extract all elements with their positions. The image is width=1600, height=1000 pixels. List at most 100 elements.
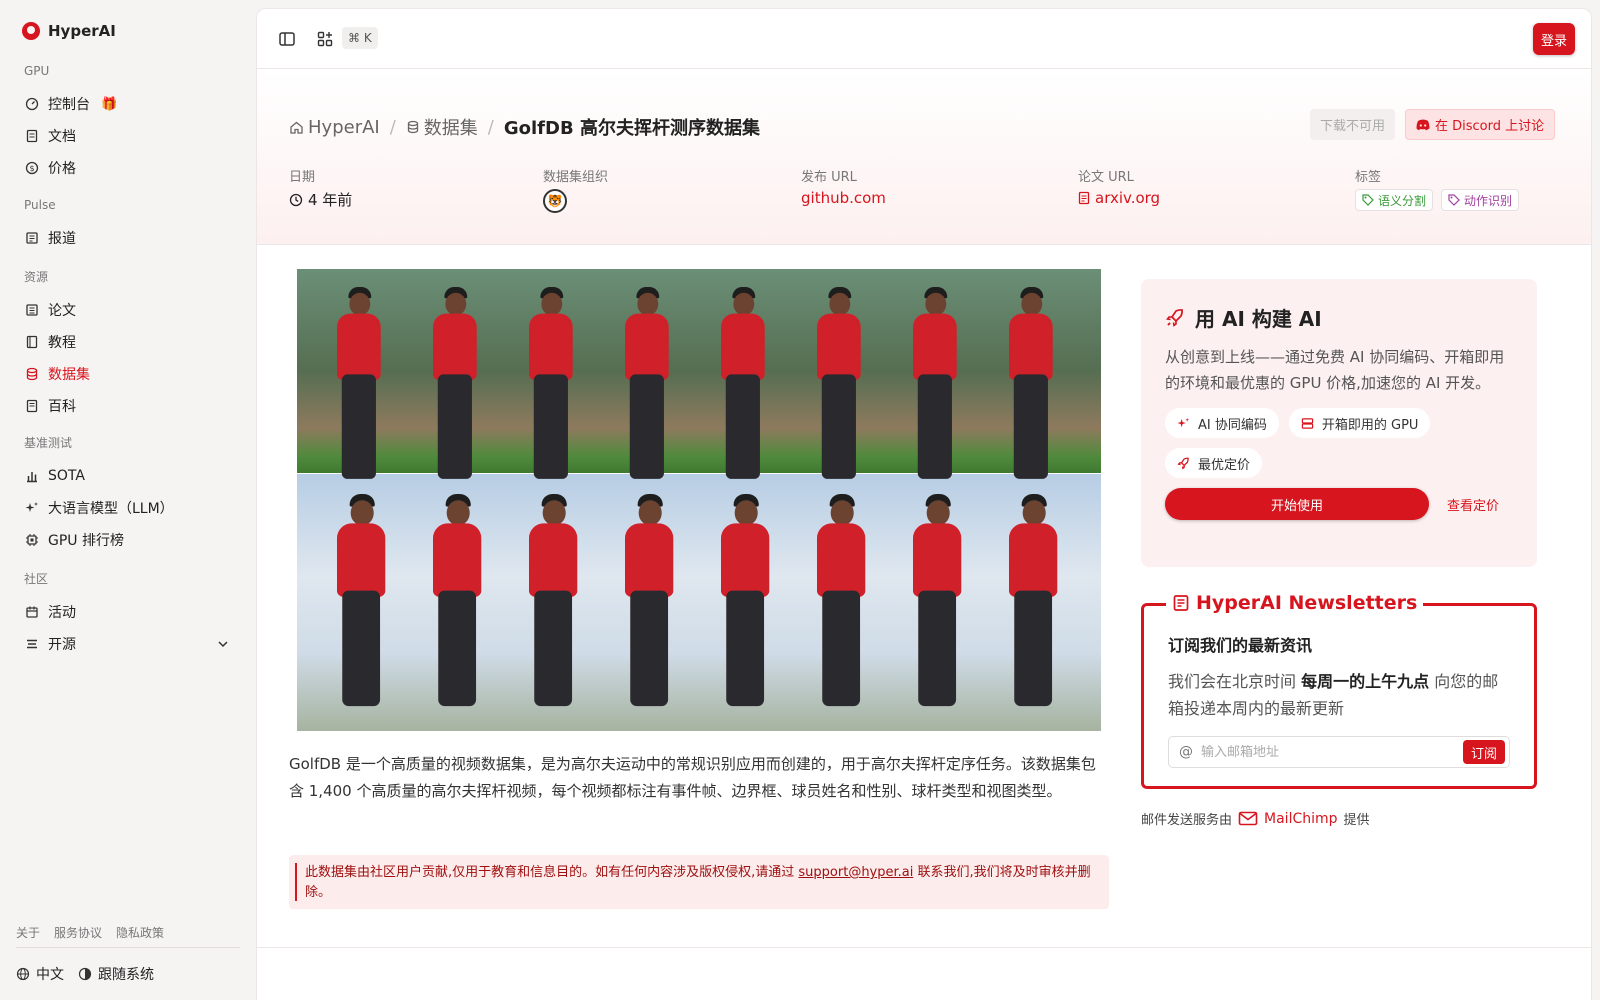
discord-discuss-label: 在 Discord 上讨论 — [1435, 119, 1545, 134]
promo-description: 从创意到上线——通过免费 AI 协同编码、开箱即用的环境和最优惠的 GPU 价格… — [1165, 348, 1505, 392]
main-panel: ⌘ K 登录 HyperAI / 数据集 / GolfDB 高尔夫挥杆测序数据集… — [256, 8, 1592, 1000]
newsletter-card: HyperAI Newsletters 订阅我们的最新资讯 我们会在北京时间 每… — [1141, 592, 1537, 789]
newsletter-form: @ 订阅 — [1168, 736, 1510, 768]
release-url-link[interactable]: github.com — [801, 189, 886, 207]
tag-semantic-segmentation[interactable]: 语义分割 — [1355, 189, 1434, 211]
brand-name: HyperAI — [48, 22, 116, 40]
sparkles-icon — [1177, 417, 1190, 427]
feature-ready-gpu: 开箱即用的 GPU — [1288, 408, 1431, 438]
divider — [16, 947, 240, 948]
sidebar-item-label: 文档 — [48, 129, 76, 145]
sidebar-toggle-icon[interactable] — [277, 29, 297, 49]
tags-list: 语义分割 动作识别 — [1355, 189, 1520, 211]
sparkles-icon — [25, 501, 39, 515]
mail-provider-note: 邮件发送服务由 MailChimp 提供 — [1141, 809, 1370, 829]
sidebar-item-open-source[interactable]: 开源 — [16, 630, 240, 658]
feature-label: AI 协同编码 — [1198, 417, 1267, 433]
sidebar-item-pricing[interactable]: $ 价格 — [16, 154, 240, 182]
shortcut-hint: ⌘ K — [342, 27, 378, 49]
sidebar-item-wiki[interactable]: 百科 — [16, 392, 240, 420]
feature-best-pricing: 最优定价 — [1165, 448, 1263, 478]
calendar-icon — [25, 605, 39, 619]
sidebar-item-gpu-leaderboard[interactable]: GPU 排行榜 — [16, 526, 240, 554]
topbar: ⌘ K 登录 — [257, 9, 1591, 69]
sidebar-item-datasets[interactable]: 数据集 — [16, 360, 240, 388]
newsletter-text-a: 我们会在北京时间 — [1168, 672, 1302, 691]
section-title-pulse: Pulse — [24, 198, 56, 212]
dataset-cover-image — [297, 269, 1101, 731]
breadcrumb: HyperAI / 数据集 / GolfDB 高尔夫挥杆测序数据集 — [289, 114, 760, 140]
brand[interactable]: HyperAI — [22, 22, 116, 40]
terms-link[interactable]: 服务协议 — [54, 924, 102, 941]
email-input[interactable] — [1201, 744, 1463, 760]
dollar-icon: $ — [25, 161, 39, 175]
document-icon — [1078, 191, 1090, 205]
promo-title: 用 AI 构建 AI — [1165, 303, 1513, 332]
org-avatar[interactable]: 🐯 — [543, 189, 567, 213]
login-button[interactable]: 登录 — [1532, 23, 1575, 55]
provider-text-end: 提供 — [1343, 813, 1370, 828]
clock-icon — [289, 193, 303, 206]
doc-icon — [25, 129, 39, 143]
sidebar-item-news[interactable]: 报道 — [16, 224, 240, 252]
theme-switch[interactable]: 跟随系统 — [78, 964, 154, 984]
about-link[interactable]: 关于 — [16, 924, 40, 941]
promo-actions: 开始使用 查看定价 — [1165, 488, 1513, 520]
sidebar-item-tutorials[interactable]: 教程 — [16, 328, 240, 356]
tag-action-recognition[interactable]: 动作识别 — [1441, 189, 1520, 211]
sidebar-item-console[interactable]: 控制台 🎁 — [16, 90, 240, 118]
download-unavailable-button[interactable]: 下载不可用 — [1310, 109, 1396, 140]
server-icon — [1301, 417, 1314, 429]
notice-text: 此数据集由社区用户贡献,仅用于教育和信息目的。如有任何内容涉及版权侵权,请通过 — [305, 865, 799, 880]
date-text: 4 年前 — [308, 191, 353, 209]
breadcrumb-separator: / — [389, 116, 396, 138]
view-pricing-link[interactable]: 查看定价 — [1447, 495, 1499, 514]
release-url-label: 发布 URL — [801, 170, 857, 185]
mailchimp-label: MailChimp — [1264, 810, 1338, 827]
privacy-link[interactable]: 隐私政策 — [116, 924, 164, 941]
command-palette-icon[interactable] — [315, 29, 335, 49]
tag-label: 动作识别 — [1464, 193, 1513, 208]
date-value: 4 年前 — [289, 189, 352, 210]
divider — [257, 947, 1591, 948]
rocket-icon — [1177, 457, 1189, 470]
discord-icon — [1416, 119, 1430, 130]
subscribe-button[interactable]: 订阅 — [1462, 740, 1505, 764]
language-label: 中文 — [36, 967, 64, 983]
paper-url-link[interactable]: arxiv.org — [1078, 189, 1160, 207]
sidebar-item-papers[interactable]: 论文 — [16, 296, 240, 324]
paper-url-text: arxiv.org — [1095, 189, 1161, 207]
encyclopedia-icon — [25, 399, 39, 413]
breadcrumb-home[interactable]: HyperAI — [289, 117, 380, 138]
support-email-link[interactable]: support@hyper.ai — [798, 865, 913, 880]
get-started-button[interactable]: 开始使用 — [1165, 488, 1429, 520]
promo-features: AI 协同编码 开箱即用的 GPU 最优定价 — [1165, 408, 1513, 478]
gift-icon: 🎁 — [101, 96, 118, 112]
chevron-down-icon[interactable] — [216, 637, 230, 655]
sidebar-item-label: 教程 — [48, 335, 76, 351]
gauge-icon — [25, 97, 39, 111]
paper-icon — [25, 303, 39, 317]
provider-text: 邮件发送服务由 — [1141, 813, 1233, 828]
sidebar-item-label: 数据集 — [48, 367, 90, 383]
sidebar-item-label: 开源 — [48, 637, 76, 653]
sidebar-item-events[interactable]: 活动 — [16, 598, 240, 626]
sidebar-item-sota[interactable]: SOTA — [16, 462, 240, 490]
feature-ai-coding: AI 协同编码 — [1165, 408, 1279, 438]
page-title: GolfDB 高尔夫挥杆测序数据集 — [503, 118, 760, 139]
theme-icon — [78, 967, 92, 981]
tags-label: 标签 — [1355, 170, 1382, 185]
sidebar-item-label: 论文 — [48, 303, 76, 319]
database-icon — [25, 367, 39, 381]
sidebar-item-docs[interactable]: 文档 — [16, 122, 240, 150]
newsletter-title: HyperAI Newsletters — [1166, 592, 1424, 614]
section-title-resources: 资源 — [24, 270, 49, 284]
newspaper-icon — [1173, 595, 1189, 611]
language-switch[interactable]: 中文 — [16, 964, 64, 984]
sidebar-item-label: SOTA — [48, 468, 85, 484]
mailchimp-link[interactable]: MailChimp — [1238, 811, 1338, 827]
sidebar-item-llm[interactable]: 大语言模型（LLM） — [16, 494, 240, 522]
breadcrumb-datasets[interactable]: 数据集 — [406, 114, 478, 140]
discord-discuss-button[interactable]: 在 Discord 上讨论 — [1405, 109, 1556, 140]
section-title-benchmarks: 基准测试 — [24, 436, 73, 450]
